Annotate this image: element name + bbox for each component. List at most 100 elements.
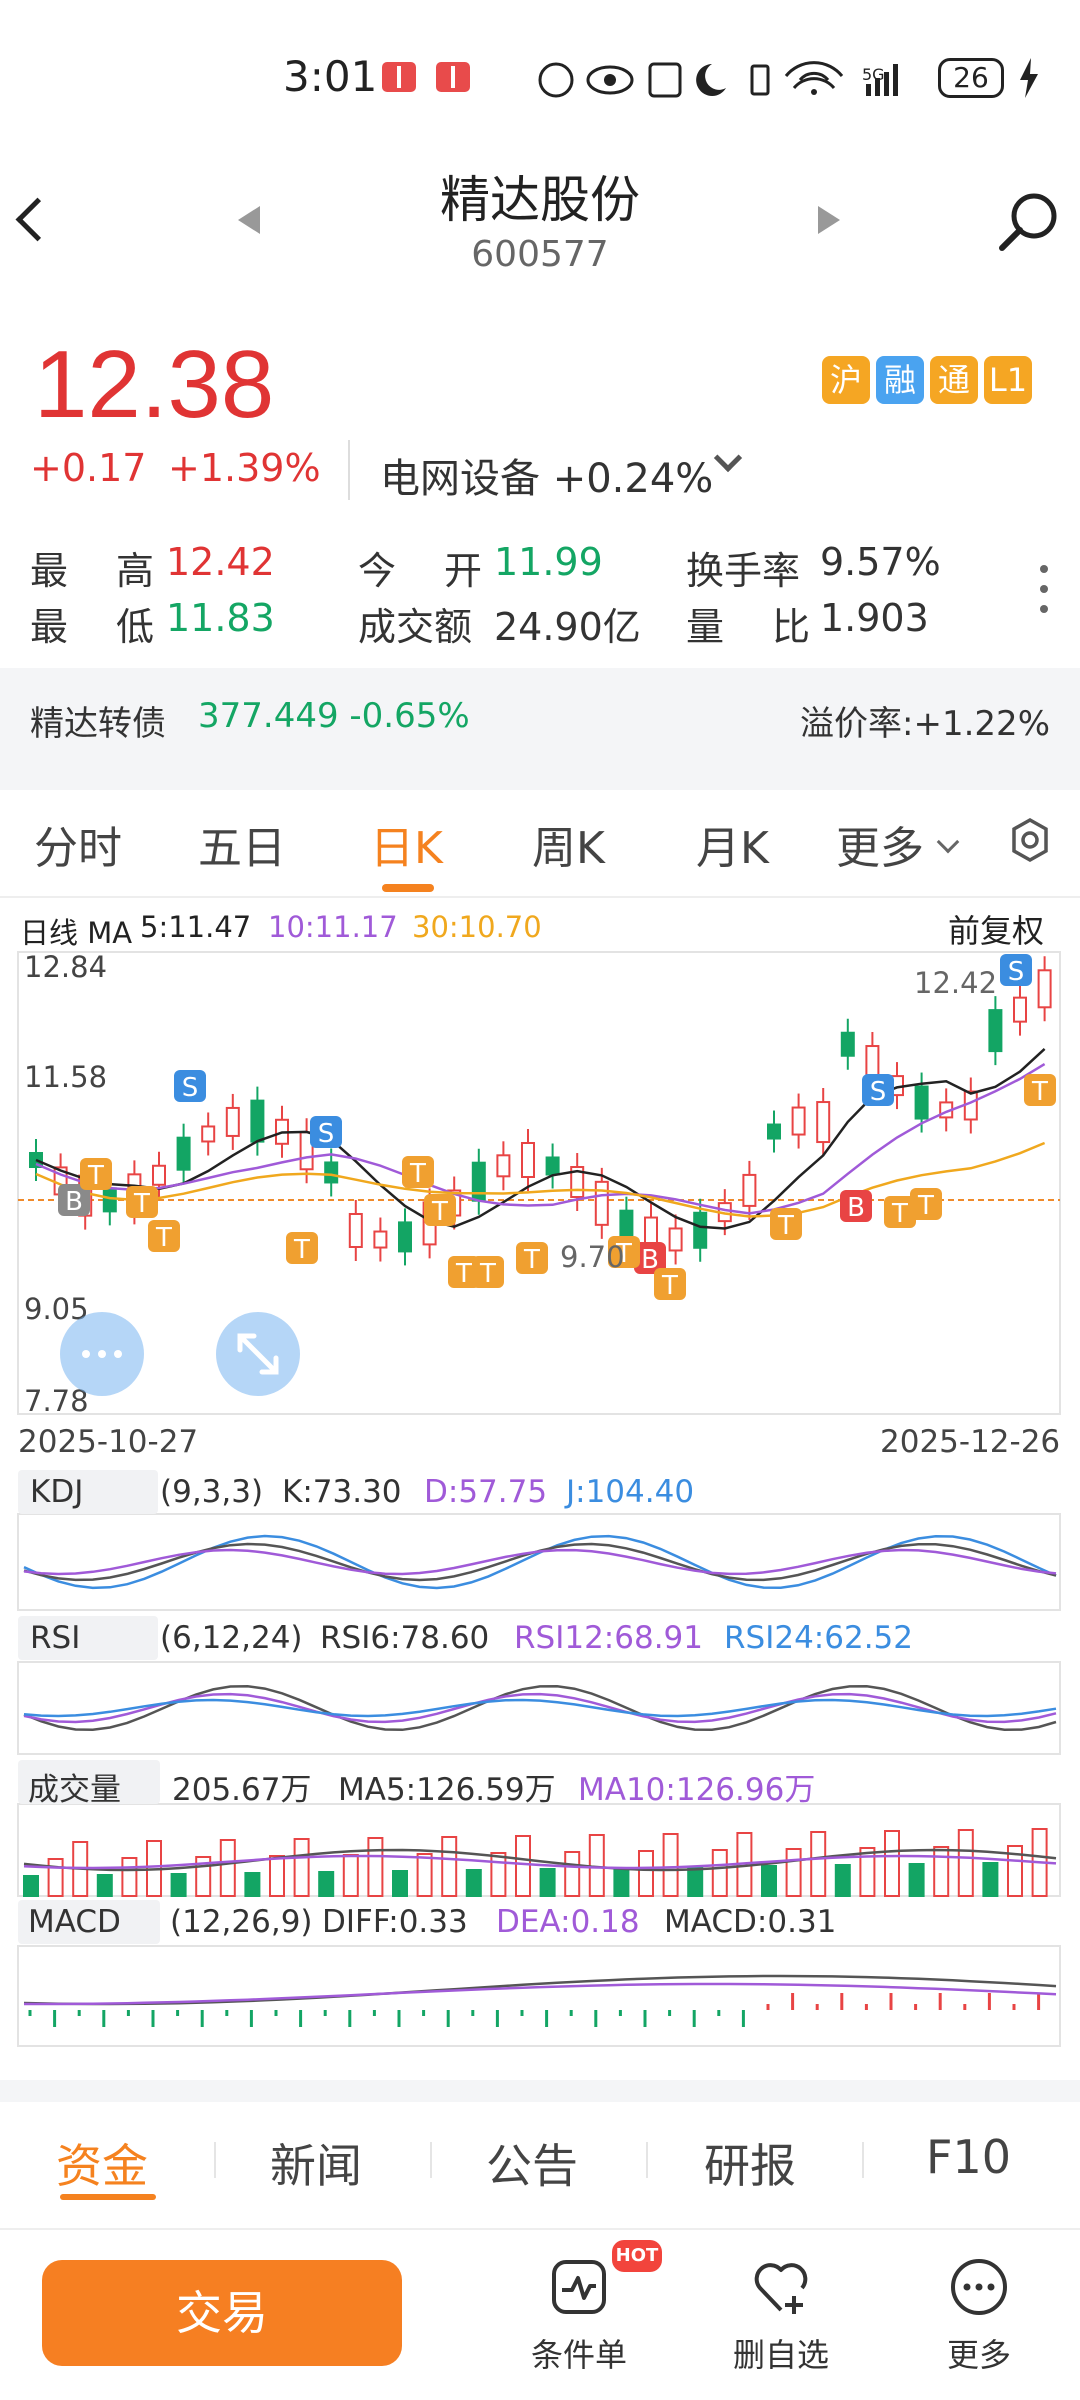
signal-marker-label: T bbox=[917, 1191, 934, 1221]
tab-monthly-k[interactable]: 月K bbox=[696, 812, 769, 876]
candle-body bbox=[791, 1106, 806, 1136]
tab-weekly-k[interactable]: 周K bbox=[532, 812, 605, 876]
prev-stock-arrow-icon[interactable] bbox=[238, 206, 260, 234]
signal-marker-label: S bbox=[1008, 957, 1025, 987]
tab-capital[interactable]: 资金 bbox=[56, 2130, 148, 2196]
sector-link[interactable]: 电网设备 +0.24% bbox=[380, 446, 713, 504]
tab-intraday[interactable]: 分时 bbox=[34, 812, 122, 876]
macd-params: (12,26,9) bbox=[170, 1904, 313, 1940]
volume-name: 成交量 bbox=[28, 1772, 121, 1808]
more-vertical-icon[interactable] bbox=[1040, 565, 1050, 625]
tag-level: L1 bbox=[984, 356, 1032, 404]
volume-bar bbox=[539, 1868, 556, 1897]
rsi-name: RSI bbox=[30, 1620, 81, 1656]
divider bbox=[862, 2142, 864, 2178]
candle-body bbox=[1037, 969, 1052, 1009]
candle-body bbox=[1013, 996, 1027, 1023]
signal-marker-label: T bbox=[455, 1259, 472, 1289]
volume-bar bbox=[293, 1838, 310, 1897]
rsi-params: (6,12,24) bbox=[160, 1620, 303, 1656]
candle-body bbox=[176, 1136, 191, 1171]
divider bbox=[0, 2228, 1080, 2230]
volume-ma5: MA5:126.59万 bbox=[338, 1772, 556, 1808]
volume-bar bbox=[367, 1837, 384, 1897]
tab-more[interactable]: 更多 bbox=[836, 812, 924, 876]
fullscreen-button[interactable] bbox=[216, 1312, 300, 1396]
next-stock-arrow-icon[interactable] bbox=[818, 206, 840, 234]
current-price: 12.38 bbox=[34, 331, 275, 438]
condition-order-button[interactable]: 条件单 bbox=[504, 2256, 654, 2376]
low-label-a: 最 bbox=[30, 605, 69, 649]
candle-body bbox=[840, 1031, 855, 1057]
hot-badge: HOT bbox=[612, 2240, 662, 2272]
convertible-bond-bar[interactable]: 精达转债 377.449 -0.65% 溢价率:+1.22% bbox=[0, 668, 1080, 768]
tag-connect: 通 bbox=[930, 356, 978, 404]
volume-bar bbox=[269, 1855, 285, 1897]
status-bar: 3:01 5G 26 bbox=[0, 0, 1080, 150]
volume-bar bbox=[638, 1850, 654, 1897]
charging-icon bbox=[1020, 58, 1038, 98]
tab-research[interactable]: 研报 bbox=[704, 2130, 796, 2196]
volume-ma5-line bbox=[23, 1848, 1057, 1872]
kdj-frame bbox=[17, 1513, 1061, 1611]
remove-watchlist-button[interactable]: 删自选 bbox=[706, 2256, 856, 2376]
bond-value: 377.449 -0.65% bbox=[198, 696, 470, 736]
volume-bar bbox=[515, 1835, 531, 1897]
macd-value: MACD:0.31 bbox=[664, 1904, 837, 1940]
volume-bar bbox=[957, 1829, 974, 1897]
volume-bar bbox=[490, 1852, 507, 1897]
volume-bar bbox=[785, 1848, 802, 1897]
open-label-b: 开 bbox=[444, 549, 483, 593]
signal-marker-label: S bbox=[182, 1073, 199, 1103]
chart-menu-button[interactable] bbox=[60, 1312, 144, 1396]
tab-news[interactable]: 新闻 bbox=[270, 2130, 362, 2196]
tab-daily-k[interactable]: 日K bbox=[370, 812, 443, 876]
y-axis-mid: 11.58 bbox=[24, 1060, 108, 1094]
ma10-value: 10:11.17 bbox=[268, 910, 398, 944]
kline-chart[interactable]: SSSSBBBTTTTTTTTTTTTTTT 日线 MA 5:11.47 10:… bbox=[0, 900, 1080, 2060]
signal-marker-label: S bbox=[318, 1119, 335, 1149]
candle-body bbox=[348, 1212, 363, 1248]
amount-label: 成交额 bbox=[358, 605, 473, 649]
divider bbox=[214, 2142, 216, 2178]
chevron-down-icon[interactable] bbox=[713, 443, 743, 473]
stock-code: 600577 bbox=[471, 234, 609, 275]
date-start: 2025-10-27 bbox=[18, 1424, 199, 1460]
chevron-down-icon[interactable] bbox=[936, 830, 960, 854]
candle-body bbox=[545, 1156, 560, 1176]
candle-body bbox=[914, 1085, 929, 1120]
expand-icon bbox=[237, 1333, 279, 1375]
search-icon[interactable] bbox=[996, 188, 1062, 254]
volume-bar bbox=[933, 1846, 950, 1897]
volume-bar bbox=[342, 1854, 359, 1897]
volume-bar bbox=[810, 1831, 827, 1897]
trade-button[interactable]: 交易 bbox=[42, 2260, 402, 2366]
adjust-mode[interactable]: 前复权 bbox=[948, 906, 1044, 952]
more-button[interactable]: 更多 bbox=[904, 2256, 1054, 2376]
more-label: 更多 bbox=[946, 2336, 1011, 2374]
chart-period-tabs: 分时 五日 日K 周K 月K 更多 bbox=[0, 800, 1080, 892]
high-label-b: 高 bbox=[116, 549, 155, 593]
volume-bar bbox=[884, 1830, 900, 1897]
active-tab-indicator bbox=[382, 884, 434, 892]
bond-name: 精达转债 bbox=[30, 704, 166, 744]
volume-bar bbox=[711, 1849, 728, 1897]
signal-marker-label: T bbox=[523, 1245, 540, 1275]
ratio-value: 1.903 bbox=[820, 596, 929, 640]
condition-order-icon bbox=[552, 2260, 606, 2314]
candle-body bbox=[225, 1106, 240, 1137]
tab-announcements[interactable]: 公告 bbox=[486, 2130, 578, 2196]
back-button[interactable] bbox=[8, 190, 58, 250]
y-axis-top: 12.84 bbox=[24, 950, 108, 984]
candle-body bbox=[693, 1211, 708, 1249]
candle-body bbox=[471, 1161, 486, 1202]
macd-diff-line bbox=[23, 1974, 1057, 2006]
tab-five-day[interactable]: 五日 bbox=[198, 812, 286, 876]
volume-bar bbox=[219, 1839, 236, 1897]
signal-marker-label: S bbox=[870, 1077, 887, 1107]
candle-body bbox=[152, 1164, 166, 1186]
settings-icon[interactable] bbox=[1006, 816, 1054, 864]
macd-dea-line bbox=[24, 1982, 1057, 2006]
tab-f10[interactable]: F10 bbox=[926, 2130, 1011, 2184]
signal-marker-label: T bbox=[87, 1161, 104, 1191]
